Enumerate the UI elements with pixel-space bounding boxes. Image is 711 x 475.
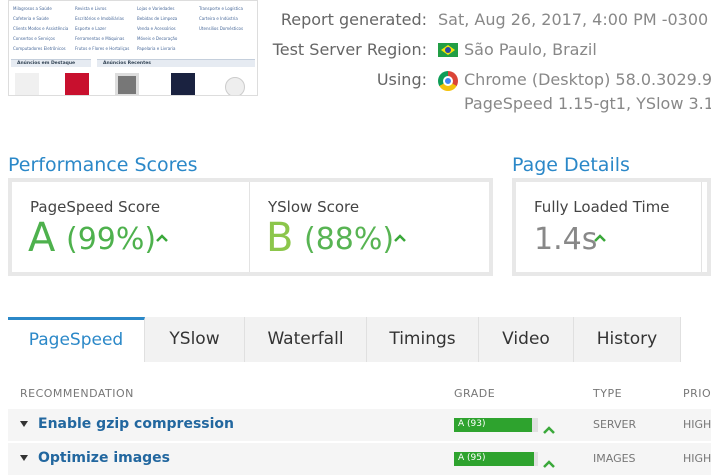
using-versions-row: PageSpeed 1.15-gt1, YSlow 3.1.8 [0, 94, 711, 118]
grade-bar: A (95) [454, 452, 538, 466]
grade-bar: A (93) [454, 418, 538, 432]
report-generated-value: Sat, Aug 26, 2017, 4:00 PM -0300 [438, 10, 709, 29]
report-tabs: PageSpeed YSlow Waterfall Timings Video … [8, 317, 711, 362]
pagespeed-grade: A [28, 215, 56, 261]
recommendation-name[interactable]: Enable gzip compression [38, 416, 234, 432]
header-priority[interactable]: PRIO [683, 387, 711, 400]
report-generated-row: Report generated: Sat, Aug 26, 2017, 4:0… [0, 10, 711, 34]
header-recommendation[interactable]: RECOMMENDATION [20, 387, 134, 400]
recommendation-type: IMAGES [593, 452, 636, 465]
test-region-value: São Paulo, Brazil [464, 40, 597, 59]
test-region-label: Test Server Region: [272, 40, 427, 59]
grade-text: A (93) [458, 419, 486, 429]
fully-loaded-value: 1.4s [534, 222, 598, 257]
tab-waterfall[interactable]: Waterfall [245, 317, 367, 362]
chevron-up-icon [594, 234, 606, 242]
expand-caret-icon[interactable] [20, 421, 28, 427]
performance-scores-title: Performance Scores [8, 154, 198, 176]
chevron-up-icon [394, 234, 406, 242]
using-label: Using: [376, 70, 427, 89]
yslow-percent: (88%) [304, 222, 395, 257]
test-region-row: Test Server Region: São Paulo, Brazil [0, 40, 711, 64]
table-row[interactable]: Optimize images A (95) IMAGES HIGH [8, 443, 711, 475]
using-row: Using: Chrome (Desktop) 58.0.3029.96, [0, 70, 711, 94]
recommendation-table-header: RECOMMENDATION GRADE TYPE PRIO [8, 380, 711, 408]
recommendation-name[interactable]: Optimize images [38, 450, 170, 466]
header-grade[interactable]: GRADE [454, 387, 495, 400]
detail-divider [701, 182, 702, 272]
report-generated-label: Report generated: [280, 10, 427, 29]
page-details-panel: Fully Loaded Time 1.4s [512, 178, 711, 276]
pagespeed-percent: (99%) [66, 222, 157, 257]
expand-caret-icon[interactable] [20, 455, 28, 461]
page-details-title: Page Details [512, 154, 630, 176]
pagespeed-score-box: PageSpeed Score A (99%) [12, 182, 249, 272]
pagespeed-score-label: PageSpeed Score [30, 198, 161, 216]
yslow-score-box: YSlow Score B (88%) [250, 182, 489, 272]
chevron-up-icon [543, 453, 555, 472]
brazil-flag-icon [438, 43, 458, 57]
chrome-icon [438, 71, 458, 91]
using-browser-value: Chrome (Desktop) 58.0.3029.96, [464, 70, 711, 89]
fully-loaded-label: Fully Loaded Time [534, 198, 670, 216]
yslow-score-label: YSlow Score [268, 198, 360, 216]
header-type[interactable]: TYPE [593, 387, 622, 400]
yslow-grade: B [266, 215, 294, 261]
tab-history[interactable]: History [574, 317, 681, 362]
recommendation-priority: HIGH [683, 452, 711, 465]
tab-yslow[interactable]: YSlow [145, 317, 245, 362]
chevron-up-icon [156, 234, 168, 242]
tab-timings[interactable]: Timings [367, 317, 479, 362]
table-row[interactable]: Enable gzip compression A (93) SERVER HI… [8, 409, 711, 441]
tab-video[interactable]: Video [479, 317, 574, 362]
performance-scores-panel: PageSpeed Score A (99%) YSlow Score B (8… [8, 178, 493, 276]
chevron-up-icon [543, 419, 555, 438]
recommendation-type: SERVER [593, 418, 637, 431]
using-versions-value: PageSpeed 1.15-gt1, YSlow 3.1.8 [464, 94, 711, 113]
recommendation-priority: HIGH [683, 418, 711, 431]
grade-text: A (95) [458, 453, 486, 463]
tab-pagespeed[interactable]: PageSpeed [8, 317, 145, 362]
